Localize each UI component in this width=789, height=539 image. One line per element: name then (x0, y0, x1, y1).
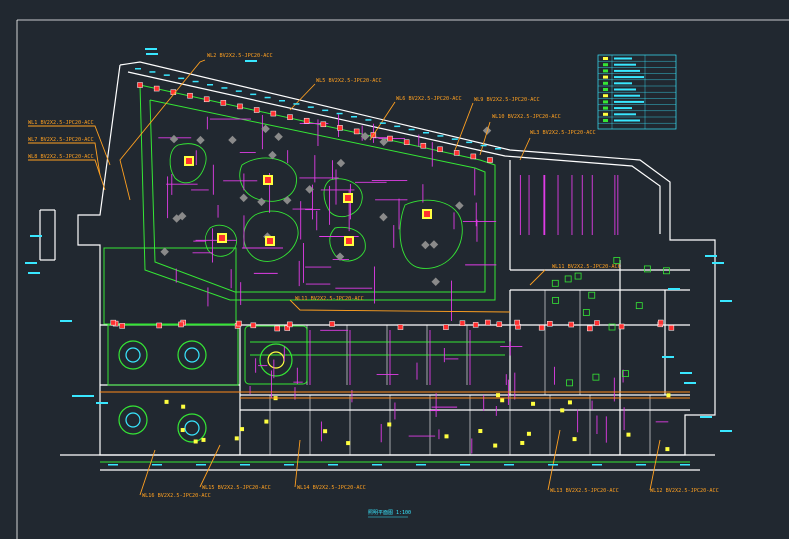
circuit-label: WL5 BV2X2.5-JPC20-ACC (316, 78, 382, 84)
circuit-label: WL11 BV2X2.5-JPC20-ACC (552, 264, 621, 270)
circuit-label: WL6 BV2X2.5-JPC20-ACC (396, 96, 462, 102)
round-fixtures (118, 340, 293, 443)
circuit-label: WL13 BV2X2.5-JPC20-ACC (550, 488, 619, 494)
circuit-label: WL16 BV2X2.5-JPC20-ACC (142, 493, 211, 499)
lighting-plan-drawing: WL2 BV2X2.5-JPC20-ACC WL5 BV2X2.5-JPC20-… (16, 19, 789, 539)
circuit-label: WL1 BV2X2.5-JPC20-ACC (28, 120, 94, 126)
circuit-label: WL14 BV2X2.5-JPC20-ACC (297, 485, 366, 491)
legend-table (597, 54, 677, 130)
circuit-label: WL15 BV2X2.5-JPC20-ACC (202, 485, 271, 491)
circuit-label: WL8 BV2X2.5-JPC20-ACC (28, 154, 94, 160)
circuit-label: WL3 BV2X2.5-JPC20-ACC (530, 130, 596, 136)
wiring-lines (158, 114, 669, 454)
circuit-label: WL12 BV2X2.5-JPC20-ACC (650, 488, 719, 494)
planter-islands (169, 143, 463, 269)
circuit-label: WL9 BV2X2.5-JPC20-ACC (474, 97, 540, 103)
circuit-label: WL2 BV2X2.5-JPC20-ACC (207, 53, 273, 59)
circuit-label: WL11 BV2X2.5-JPC20-ACC (295, 296, 364, 302)
drawing-title: 照明平面图 1:100 (368, 510, 411, 516)
circuit-label: WL7 BV2X2.5-JPC20-ACC (28, 137, 94, 143)
legend-table-icon (603, 57, 644, 122)
feeder-leaders (28, 59, 690, 496)
circuit-label: WL10 BV2X2.5-JPC20-ACC (492, 114, 561, 120)
